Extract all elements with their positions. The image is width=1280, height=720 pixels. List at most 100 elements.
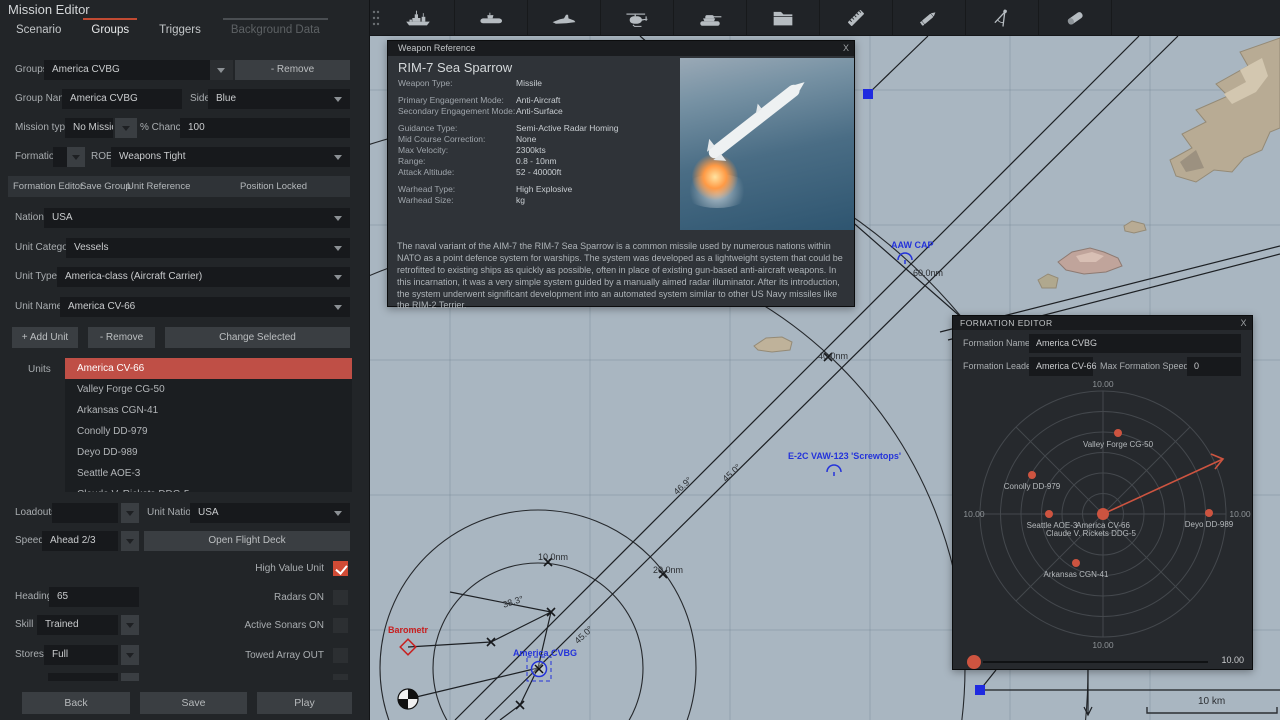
unit-type-label: Unit Type — [15, 271, 58, 282]
stat-value: Missile — [516, 78, 542, 88]
chevron-down-icon — [122, 126, 130, 131]
aircraft-icon[interactable] — [528, 0, 601, 35]
weapon-stat-row: Range: 0.8 - 10nm — [398, 156, 670, 167]
formation-plot[interactable]: 10.00 10.00 10.00 10.00 Valley Forge CG-… — [953, 316, 1254, 671]
heading-input[interactable]: 65 — [49, 587, 139, 607]
editor-tabs: Scenario Groups Triggers Background Data — [8, 18, 328, 44]
chevron-down-icon — [72, 155, 80, 160]
formation-unit-label: Conolly DD-979 — [1003, 482, 1061, 491]
chevron-down-icon — [126, 623, 134, 628]
tank-icon[interactable] — [674, 0, 747, 35]
loadouts-arrow-button[interactable] — [121, 503, 139, 523]
stores-arrow-button[interactable] — [121, 645, 139, 665]
loadouts-label: Loadouts — [15, 507, 57, 518]
action-formation-editor[interactable]: Formation Editor — [13, 176, 83, 197]
group-name-input[interactable]: America CVBG — [62, 89, 182, 109]
speed-arrow-button[interactable] — [121, 531, 139, 551]
roe-dropdown[interactable]: Weapons Tight — [111, 147, 350, 167]
open-flight-deck-button[interactable]: Open Flight Deck — [144, 531, 350, 551]
speed-dropdown[interactable]: Ahead 2/3 — [42, 531, 118, 551]
loadouts-dropdown[interactable] — [52, 503, 118, 523]
active-sonars-checkbox[interactable] — [332, 617, 349, 634]
unit-list-item[interactable]: Valley Forge CG-50 — [65, 379, 352, 400]
change-selected-button[interactable]: Change Selected — [165, 327, 350, 348]
stat-label: Warhead Size: — [398, 195, 454, 205]
map-marker-square[interactable] — [863, 89, 873, 99]
folder-icon[interactable] — [747, 0, 820, 35]
pencil-icon[interactable] — [893, 0, 966, 35]
towed-array-checkbox[interactable] — [332, 647, 349, 664]
unit-list-item[interactable]: Deyo DD-989 — [65, 442, 352, 463]
submarine-icon[interactable] — [455, 0, 528, 35]
radars-on-checkbox[interactable] — [332, 589, 349, 606]
weapon-reference-titlebar[interactable]: Weapon Reference X — [388, 41, 854, 56]
unit-list-item[interactable]: Seattle AOE-3 — [65, 463, 352, 484]
save-button[interactable]: Save — [140, 692, 247, 714]
mission-type-label: Mission type — [15, 122, 71, 133]
stat-value: 0.8 - 10nm — [516, 156, 557, 166]
tab-scenario[interactable]: Scenario — [8, 18, 69, 44]
formation-arrow-button[interactable] — [67, 147, 85, 167]
formation-unit-dot[interactable] — [1205, 509, 1213, 517]
map-marker-air-arc[interactable] — [826, 464, 842, 476]
zoom-slider-handle[interactable] — [967, 655, 981, 669]
tab-background-data[interactable]: Background Data — [222, 18, 328, 44]
side-dropdown[interactable]: Blue — [208, 89, 350, 109]
ruler-icon[interactable] — [820, 0, 893, 35]
weapon-stat-row: Mid Course Correction: None — [398, 134, 670, 145]
unit-list-item[interactable]: Claude V. Rickets DDG-5 — [65, 484, 352, 492]
unit-list-item[interactable]: America CV-66 — [65, 358, 352, 379]
map-marker-circle-x[interactable] — [526, 656, 552, 682]
action-position-locked[interactable]: Position Locked — [240, 176, 307, 197]
remove-unit-button[interactable]: - Remove — [88, 327, 155, 348]
stores-dropdown[interactable]: Full — [44, 645, 118, 665]
map-label: AAW CAP — [891, 240, 934, 250]
map-marker-square[interactable] — [975, 685, 985, 695]
unit-category-dropdown[interactable]: Vessels — [66, 238, 350, 258]
toolbar-grip-icon[interactable] — [370, 0, 382, 35]
units-list[interactable]: America CV-66 Valley Forge CG-50 Arkansas … — [65, 358, 352, 492]
tab-triggers[interactable]: Triggers — [151, 18, 209, 44]
heading-label: Heading — [15, 591, 53, 602]
formation-unit-dot[interactable] — [1072, 559, 1080, 567]
skill-arrow-button[interactable] — [121, 615, 139, 635]
back-button[interactable]: Back — [22, 692, 130, 714]
unit-nation-dropdown[interactable]: USA — [190, 503, 350, 523]
play-button[interactable]: Play — [257, 692, 352, 714]
add-unit-button[interactable]: + Add Unit — [12, 327, 78, 348]
unit-name-dropdown[interactable]: America CV-66 — [60, 297, 350, 317]
action-unit-reference[interactable]: Unit Reference — [127, 176, 190, 197]
radars-on-label: Radars ON — [273, 592, 324, 603]
map-marker-quarter-circle[interactable] — [397, 688, 419, 710]
skill-dropdown[interactable]: Trained — [37, 615, 118, 635]
formation-unit-dot[interactable] — [1097, 508, 1109, 520]
map-marker-x[interactable] — [515, 700, 525, 710]
unit-list-item[interactable]: Conolly DD-979 — [65, 421, 352, 442]
unit-type-dropdown[interactable]: America-class (Aircraft Carrier) — [57, 267, 350, 287]
warship-icon[interactable] — [382, 0, 455, 35]
mission-type-arrow-button[interactable] — [115, 118, 137, 138]
groups-dropdown[interactable]: America CVBG — [44, 60, 210, 80]
weapon-stat-row: Warhead Size: kg — [398, 195, 670, 206]
formation-unit-dot[interactable] — [1045, 510, 1053, 518]
helicopter-icon[interactable] — [601, 0, 674, 35]
action-save-group[interactable]: Save Group — [80, 176, 131, 197]
groups-dropdown-arrow[interactable] — [210, 60, 233, 80]
stat-value: Anti-Surface — [516, 106, 563, 116]
formation-unit-dot[interactable] — [1028, 471, 1036, 479]
unit-list-item[interactable]: Arkansas CGN-41 — [65, 400, 352, 421]
close-icon[interactable]: X — [843, 41, 849, 56]
tab-groups[interactable]: Groups — [83, 18, 138, 44]
high-value-unit-checkbox[interactable] — [332, 560, 349, 577]
zoom-slider-track[interactable] — [983, 661, 1208, 663]
chance-input[interactable]: 100 — [180, 118, 350, 138]
weapon-photo — [680, 58, 854, 230]
eraser-icon[interactable] — [1039, 0, 1112, 35]
nation-dropdown[interactable]: USA — [44, 208, 350, 228]
remove-group-button[interactable]: - Remove — [235, 60, 350, 80]
formation-unit-dot[interactable] — [1114, 429, 1122, 437]
mission-type-dropdown[interactable]: No Mission — [65, 118, 113, 138]
stat-label: Weapon Type: — [398, 78, 453, 88]
chevron-down-icon — [126, 539, 134, 544]
compass-icon[interactable] — [966, 0, 1039, 35]
